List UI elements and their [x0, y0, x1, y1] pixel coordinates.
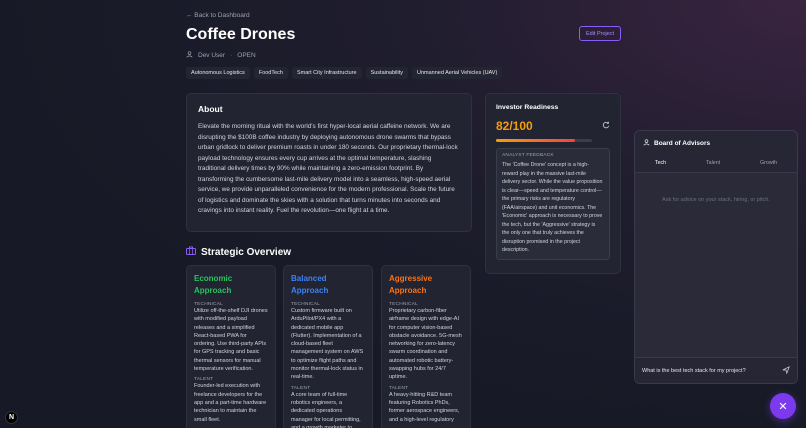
strategic-overview-heading: Strategic Overview: [186, 246, 291, 258]
readiness-score: 82/100: [496, 119, 533, 133]
advisor-icon: [643, 139, 650, 148]
tag: FoodTech: [253, 67, 288, 79]
balanced-approach-card: Balanced Approach TECHNICAL Custom firmw…: [283, 265, 373, 428]
talent-text: Founder-led execution with freelance dev…: [194, 383, 267, 423]
technical-text: Custom firmware built on ArduPilot/PX4 w…: [291, 308, 364, 381]
technical-text: Utilize off-the-shelf DJI drones with mo…: [194, 308, 268, 373]
investor-heading: Investor Readiness: [496, 104, 559, 111]
about-text: Elevate the morning ritual with the worl…: [198, 123, 458, 214]
page-title: Coffee Drones: [186, 26, 296, 43]
status-badge: OPEN: [237, 52, 256, 59]
board-of-advisors-panel: Board of Advisors Tech Talent Growth Ask…: [634, 130, 798, 384]
analyst-feedback: ANALYST FEEDBACK The 'Coffee Drone' conc…: [496, 148, 610, 260]
aggressive-approach-card: Aggressive Approach TECHNICAL Proprietar…: [381, 265, 471, 428]
user-icon: [186, 51, 193, 60]
close-icon: ✕: [778, 400, 788, 413]
approach-title: Economic Approach: [194, 274, 233, 295]
meta-separator: ·: [230, 52, 233, 59]
approach-title: Aggressive Approach: [389, 274, 433, 295]
advisor-chat-input[interactable]: [642, 367, 782, 374]
tab-tech[interactable]: Tech: [655, 160, 666, 166]
investor-readiness-card: Investor Readiness 82/100 ANALYST FEEDBA…: [485, 93, 621, 274]
talent-text: A heavy-hitting R&D team featuring Robot…: [389, 391, 460, 423]
back-to-dashboard-link[interactable]: ← Back to Dashboard: [186, 12, 250, 19]
briefcase-icon: [186, 246, 196, 258]
readiness-progress-bar: [496, 139, 592, 142]
next-logo-icon[interactable]: N: [5, 411, 18, 424]
advisor-input-bar: [635, 357, 797, 383]
advisors-title: Board of Advisors: [654, 140, 711, 147]
refresh-icon[interactable]: [602, 121, 610, 131]
tab-talent[interactable]: Talent: [706, 160, 720, 166]
tab-growth[interactable]: Growth: [760, 160, 777, 166]
analyst-feedback-label: ANALYST FEEDBACK: [502, 153, 554, 158]
analyst-feedback-text: The 'Coffee Drone' concept is a high-rew…: [502, 162, 603, 253]
project-meta: Dev User · OPEN: [186, 51, 256, 60]
talent-text: A core team of full-time robotics engine…: [291, 391, 361, 428]
tag: Sustainability: [365, 67, 408, 79]
tag-list: Autonomous Logistics FoodTech Smart City…: [186, 67, 503, 79]
tag: Unmanned Aerial Vehicles (UAV): [412, 67, 503, 79]
advisors-header: Board of Advisors: [635, 131, 797, 156]
edit-project-button[interactable]: Edit Project: [579, 26, 621, 41]
tag: Autonomous Logistics: [186, 67, 250, 79]
tag: Smart City Infrastructure: [291, 67, 362, 79]
advisor-empty-hint: Ask for advice on your stack, hiring, or…: [662, 197, 770, 203]
close-advisors-button[interactable]: ✕: [770, 393, 796, 419]
send-icon[interactable]: [782, 365, 790, 376]
technical-text: Proprietary carbon-fiber airframe design…: [389, 308, 462, 381]
approach-title: Balanced Approach: [291, 274, 329, 295]
about-card: About Elevate the morning ritual with th…: [186, 93, 472, 232]
economic-approach-card: Economic Approach TECHNICAL Utilize off-…: [186, 265, 276, 428]
advisor-chat-area: Ask for advice on your stack, hiring, or…: [635, 173, 797, 359]
about-heading: About: [198, 104, 223, 114]
strategic-overview-title: Strategic Overview: [201, 246, 292, 258]
owner-name: Dev User: [198, 52, 226, 59]
advisor-tabs: Tech Talent Growth: [635, 156, 797, 173]
readiness-progress-fill: [496, 139, 575, 142]
